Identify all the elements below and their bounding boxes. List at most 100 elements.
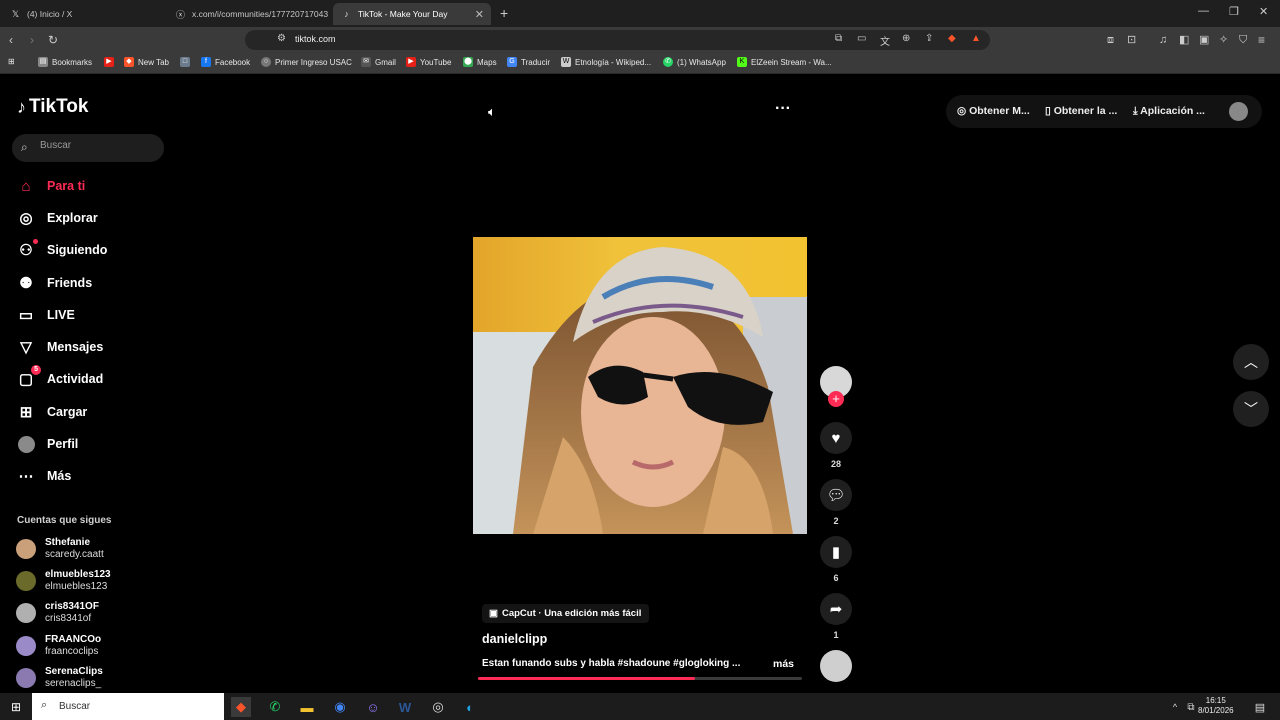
new-tab-button[interactable]: + (500, 5, 508, 21)
word-icon[interactable]: W (395, 697, 415, 717)
windows-start-icon[interactable]: ⊞ (6, 697, 26, 717)
next-video-button[interactable]: ﹀ (1233, 391, 1269, 427)
system-clock[interactable]: 16:15 8/01/2026 (1198, 696, 1234, 716)
nav-item-mas[interactable]: ⋯ Más (17, 465, 72, 487)
browser-tab-tiktok[interactable]: ♪ TikTok - Make Your Day ✕ (333, 3, 491, 25)
nav-item-siguiendo[interactable]: ⚇ Siguiendo (17, 239, 107, 261)
bookmark-item[interactable]: K ElZeein Stream - Wa... (737, 57, 832, 67)
apps-icon[interactable]: ⊞ (8, 57, 15, 66)
creator-avatar[interactable]: + (820, 366, 852, 407)
sidebar-icon[interactable]: ◧ (1179, 33, 1189, 47)
nav-item-explorar[interactable]: ◎ Explorar (17, 207, 98, 229)
whatsapp-taskbar-icon[interactable]: ✆ (265, 697, 285, 717)
bookmark-icon: ▮ (820, 536, 852, 568)
nav-item-friends[interactable]: ⚉ Friends (17, 272, 92, 294)
share-button[interactable]: ➦ 1 (820, 593, 852, 640)
more-options-icon[interactable]: ··· (775, 100, 791, 118)
search-input[interactable] (40, 140, 155, 151)
discord-icon[interactable]: ☺ (363, 697, 383, 717)
share-icon[interactable]: ⇪ (925, 33, 933, 44)
taskbar-search[interactable]: ⌕ Buscar (32, 693, 224, 720)
nav-item-para-ti[interactable]: ⌂ Para ti (17, 175, 85, 197)
brave-rewards-icon[interactable]: ▲ (971, 33, 981, 44)
bookmark-item[interactable]: ✉ Gmail (361, 57, 396, 67)
nav-label: Explorar (47, 211, 98, 225)
leo-ai-icon[interactable]: ✧ (1219, 33, 1228, 47)
bookmark-item[interactable]: ◆ New Tab (124, 57, 169, 67)
top-actions-bar: ◎ Obtener M... ▯ Obtener la ... ⤓ Aplica… (946, 95, 1262, 128)
bookmark-item[interactable]: W Etnología - Wikiped... (561, 57, 651, 67)
close-tab-icon[interactable]: ✕ (475, 8, 484, 21)
profile-avatar[interactable] (1229, 102, 1248, 121)
screenshot-icon[interactable]: ⊡ (1127, 33, 1136, 47)
nav-item-actividad[interactable]: ▢ 5 Actividad (17, 365, 104, 390)
volume-icon[interactable]: 🔈︎ (488, 104, 496, 120)
edge-icon[interactable]: ◐ (460, 697, 480, 717)
save-button[interactable]: ▮ 6 (820, 536, 852, 583)
bookmark-item[interactable]: ⬤ Maps (463, 57, 497, 67)
followed-account[interactable]: elmuebles123 elmuebles123 (16, 569, 111, 593)
bookmark-item[interactable]: □ (180, 57, 194, 67)
followed-account[interactable]: SerenaClips serenaclips_ (16, 666, 103, 690)
more-button[interactable]: más (773, 658, 794, 670)
notifications-icon[interactable]: ▤ (1250, 697, 1270, 717)
browser-tab-x-home[interactable]: 𝕏 (4) Inicio / X (2, 3, 167, 25)
reload-icon[interactable]: ↻ (48, 33, 58, 47)
follow-plus-icon[interactable]: + (828, 391, 844, 407)
nav-item-perfil[interactable]: Perfil (17, 433, 78, 455)
bookmark-item[interactable]: ▤ Bookmarks (38, 57, 92, 67)
taskbar-search-label: Buscar (59, 701, 91, 712)
menu-icon[interactable]: ≡ (1258, 33, 1265, 47)
pip-icon[interactable]: ⧉ (835, 33, 842, 44)
cast-icon[interactable]: ▭ (857, 33, 866, 44)
bookmark-item[interactable]: ▶ YouTube (406, 57, 451, 67)
followed-account[interactable]: cris8341OF cris8341of (16, 601, 99, 625)
bookmark-item[interactable]: ▶ (104, 57, 118, 67)
get-coins-button[interactable]: ◎ Obtener M... (957, 105, 1030, 117)
url-text: tiktok.com (295, 34, 336, 44)
capcut-taskbar-icon[interactable]: ◎ (428, 697, 448, 717)
browser-tab-x-community[interactable]: ⓧ x.com/i/communities/177720717043 (167, 3, 332, 25)
chrome-icon[interactable]: ◉ (330, 697, 350, 717)
previous-video-button[interactable]: ︿ (1233, 344, 1269, 380)
video-progress-bar[interactable] (478, 677, 802, 680)
search-box[interactable]: ⌕ (12, 134, 164, 162)
brave-taskbar-icon[interactable]: ◆ (231, 697, 251, 717)
like-button[interactable]: ♥ 28 (820, 422, 852, 469)
media-icon[interactable]: ♫ (1159, 33, 1167, 47)
brave-icon: ◆ (124, 57, 134, 67)
extensions-icon[interactable]: ⧈ (1107, 33, 1114, 47)
tiktok-logo[interactable]: ♪ TikTok (17, 96, 88, 118)
nav-label: Actividad (47, 372, 104, 386)
address-bar[interactable]: ⚙ tiktok.com ⧉ ▭ 文 ⊕ ⇪ ◆ ▲ (245, 30, 990, 50)
nav-item-mensajes[interactable]: ▽ Mensajes (17, 336, 103, 358)
bookmark-item[interactable]: ○ Primer Ingreso USAC (261, 57, 352, 67)
comment-button[interactable]: 💬︎ 2 (820, 479, 852, 526)
nav-item-live[interactable]: ▭ LIVE (17, 304, 75, 326)
restore-window-button[interactable]: ❐ (1229, 5, 1239, 18)
creator-name[interactable]: danielclipp (482, 632, 547, 646)
zoom-icon[interactable]: ⊕ (902, 33, 910, 44)
bookmark-item[interactable]: G Traducir (507, 57, 550, 67)
get-app-button[interactable]: ▯ Obtener la ... (1045, 105, 1117, 117)
nav-item-cargar[interactable]: ⊞ Cargar (17, 401, 88, 423)
following-section-title: Cuentas que sigues (17, 515, 112, 526)
capcut-badge[interactable]: ▣ CapCut · Una edición más fácil (482, 604, 650, 623)
wallet-icon[interactable]: ▣ (1199, 33, 1209, 47)
forward-icon[interactable]: › (30, 33, 34, 47)
music-disc[interactable] (820, 650, 852, 682)
site-info-icon[interactable]: ⚙ (277, 33, 286, 44)
translate-icon[interactable]: 文 (880, 33, 890, 48)
close-window-button[interactable]: ✕ (1259, 5, 1268, 18)
video-player[interactable] (473, 237, 807, 534)
followed-account[interactable]: FRAANCOo fraancoclips (16, 634, 101, 658)
desktop-app-button[interactable]: ⤓ Aplicación ... (1133, 105, 1205, 118)
vpn-icon[interactable]: ⛉ (1239, 33, 1247, 47)
followed-account[interactable]: Sthefanie scaredy.caatt (16, 537, 104, 561)
minimize-window-button[interactable]: — (1198, 5, 1209, 17)
bookmark-item[interactable]: f Facebook (201, 57, 250, 67)
back-icon[interactable]: ‹ (9, 33, 13, 47)
brave-shields-icon[interactable]: ◆ (948, 33, 956, 44)
bookmark-item[interactable]: ✆ (1) WhatsApp (663, 57, 726, 67)
file-explorer-icon[interactable]: ▬ (297, 697, 317, 717)
